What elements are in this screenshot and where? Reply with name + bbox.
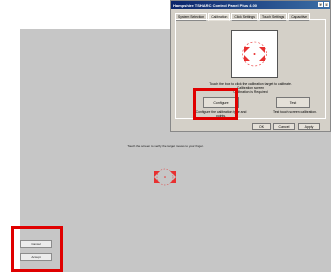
ok-button[interactable]: OK bbox=[252, 123, 271, 130]
calibration-preview[interactable] bbox=[231, 30, 278, 78]
calibration-panel: Touch the box to click the calibration t… bbox=[175, 19, 326, 119]
calibration-target-icon[interactable] bbox=[150, 162, 180, 192]
help-icon[interactable]: ? bbox=[318, 2, 323, 7]
calibration-instruction: Touch the screen to verify the target mo… bbox=[127, 144, 204, 148]
dialog-title: Hampshire TSHARC Control Panel Plus 4.00 bbox=[173, 2, 258, 8]
preview-target-icon bbox=[242, 41, 267, 67]
control-panel-dialog: Hampshire TSHARC Control Panel Plus 4.00… bbox=[170, 0, 331, 132]
configure-button[interactable]: Configure bbox=[203, 97, 239, 108]
configure-description: Configure the calibration type and point… bbox=[195, 110, 247, 118]
apply-button[interactable]: Apply bbox=[298, 123, 320, 130]
close-icon[interactable]: × bbox=[324, 2, 329, 7]
test-button[interactable]: Test bbox=[276, 97, 310, 108]
calibrate-text-3: Calibration is Required bbox=[233, 90, 268, 94]
dialog-titlebar: Hampshire TSHARC Control Panel Plus 4.00… bbox=[171, 1, 330, 9]
cancel-button[interactable]: Cancel bbox=[20, 240, 52, 248]
test-description: Test touch screen calibration. bbox=[273, 110, 317, 114]
accept-button[interactable]: Accept bbox=[20, 253, 52, 261]
cancel-dialog-button[interactable]: Cancel bbox=[273, 123, 295, 130]
